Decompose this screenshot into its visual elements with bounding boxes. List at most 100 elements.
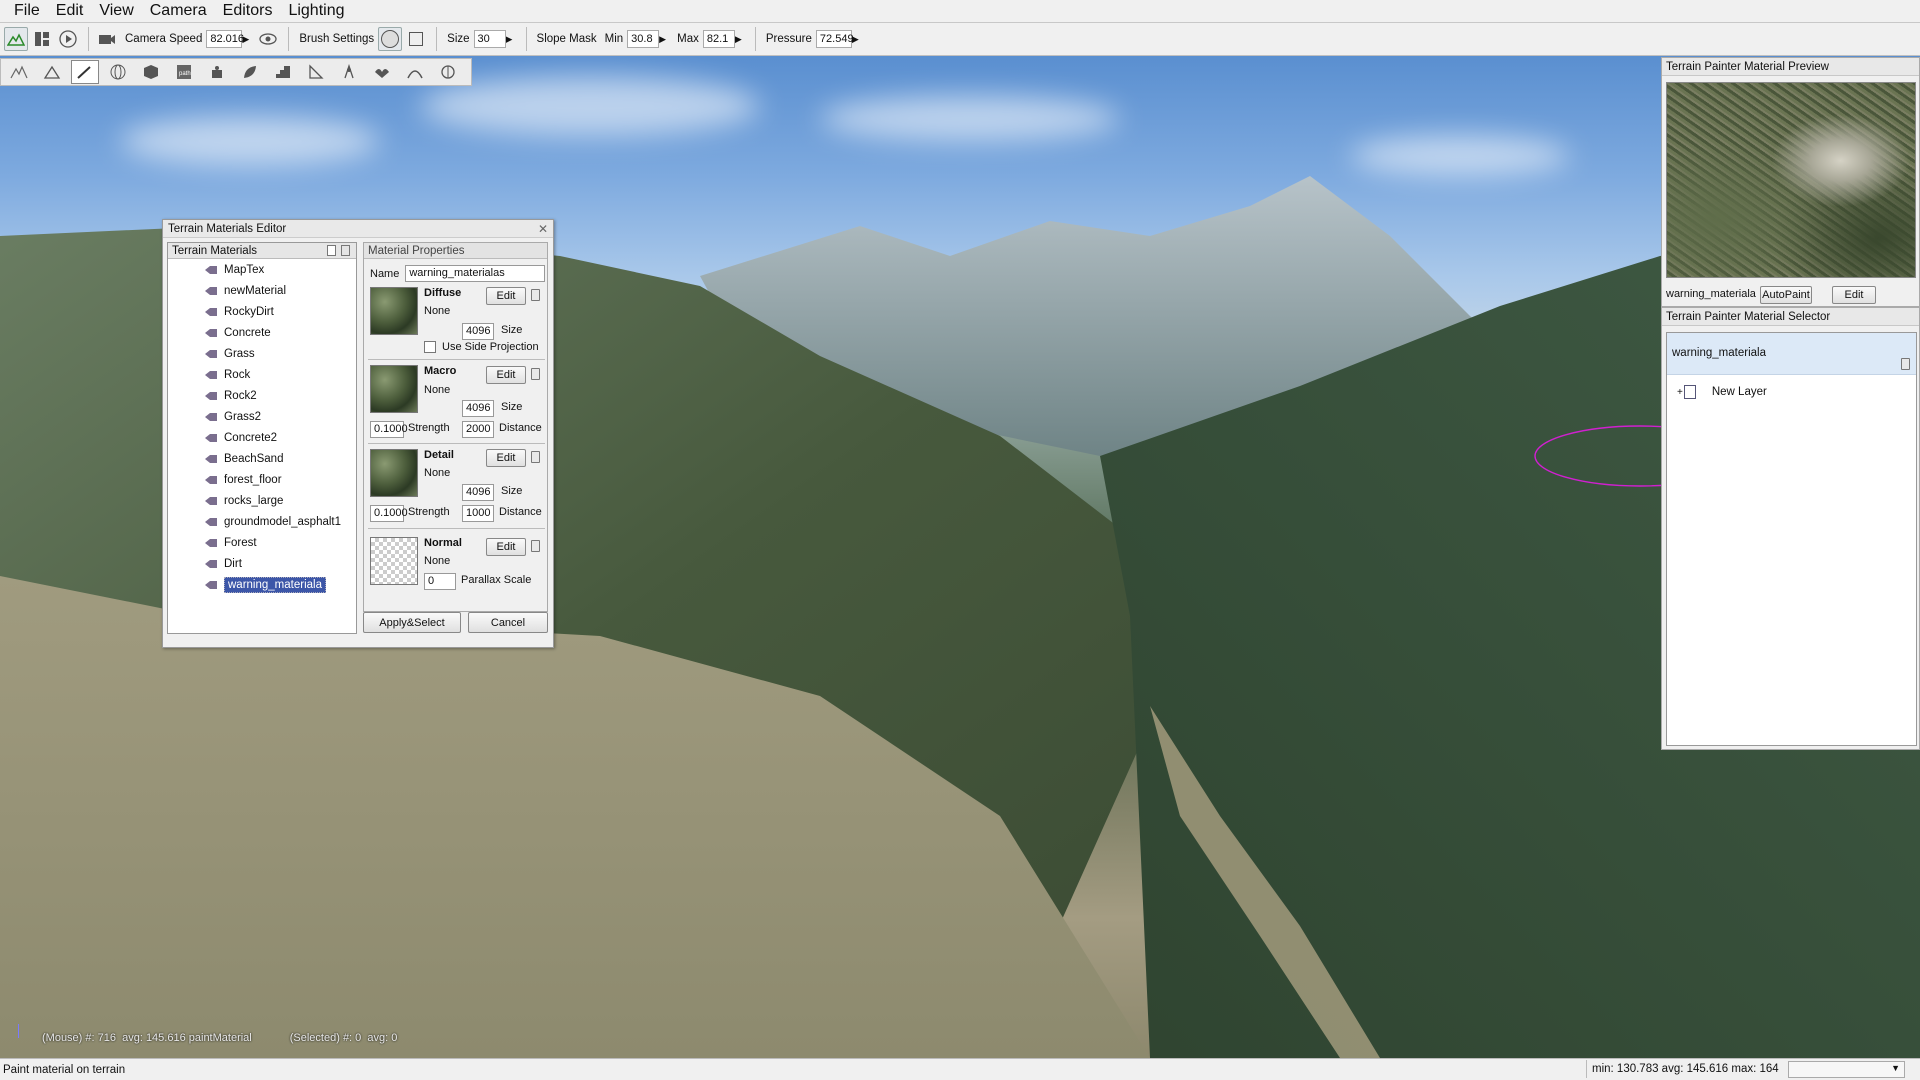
list-item[interactable]: Rock2 (168, 385, 356, 406)
apply-select-button[interactable]: Apply&Select (363, 612, 461, 633)
material-icon (205, 475, 217, 484)
slope-min-arrow-icon[interactable]: ▶ (659, 34, 673, 45)
macro-size-input[interactable]: 4096 (462, 400, 494, 417)
list-item[interactable]: Grass2 (168, 406, 356, 427)
detail-size-input[interactable]: 4096 (462, 484, 494, 501)
size-field[interactable]: 30 (473, 30, 506, 48)
macro-clear-icon[interactable] (531, 368, 540, 380)
path-icon[interactable]: path (170, 60, 198, 84)
name-label: Name (370, 267, 400, 280)
autopaint-button[interactable]: AutoPaint (1760, 286, 1812, 304)
list-item[interactable]: Rock (168, 364, 356, 385)
cursor-marker (18, 1024, 19, 1038)
status-dropdown[interactable]: ▼ (1788, 1061, 1905, 1078)
smooth-icon[interactable] (401, 60, 429, 84)
terrain-tri-icon[interactable] (38, 60, 66, 84)
selected-layer-item[interactable]: warning_materiala (1667, 333, 1916, 375)
material-label: Rock2 (224, 389, 257, 402)
list-item[interactable]: Dirt (168, 553, 356, 574)
bird-icon[interactable] (368, 60, 396, 84)
play-icon[interactable] (56, 27, 80, 51)
detail-distance-input[interactable]: 1000 (462, 505, 494, 522)
list-item[interactable]: forest_floor (168, 469, 356, 490)
slope-max-field[interactable]: 82.1 (702, 30, 735, 48)
paint-brush-icon[interactable] (71, 60, 99, 84)
macro-size-label: Size (501, 401, 523, 413)
menu-editors[interactable]: Editors (215, 0, 281, 22)
camera-icon[interactable] (95, 27, 119, 51)
terrain-up-icon[interactable] (5, 60, 33, 84)
delete-material-icon[interactable] (341, 245, 350, 256)
layout-icon[interactable] (30, 27, 54, 51)
diffuse-edit-button[interactable]: Edit (486, 287, 526, 305)
macro-distance-input[interactable]: 2000 (462, 421, 494, 438)
leaf-icon[interactable] (236, 60, 264, 84)
materials-list-title: Terrain Materials (172, 245, 257, 257)
slope-max-arrow-icon[interactable]: ▶ (735, 34, 749, 45)
pressure-arrow-icon[interactable]: ▶ (852, 34, 866, 45)
list-item[interactable]: Concrete2 (168, 427, 356, 448)
detail-clear-icon[interactable] (531, 451, 540, 463)
menu-view[interactable]: View (91, 0, 141, 22)
detail-edit-button[interactable]: Edit (486, 449, 526, 467)
detail-texture-thumbnail[interactable] (370, 449, 418, 497)
parallax-scale-input[interactable]: 0 (424, 573, 456, 590)
slope-min-field[interactable]: 30.8 (627, 30, 660, 48)
list-item[interactable]: rocks_large (168, 490, 356, 511)
menu-bar: File Edit View Camera Editors Lighting (0, 0, 1920, 23)
side-projection-checkbox[interactable] (424, 341, 436, 353)
material-name-input[interactable]: warning_materialas (405, 265, 546, 282)
material-icon (205, 391, 217, 400)
list-item[interactable]: Grass (168, 343, 356, 364)
menu-edit[interactable]: Edit (48, 0, 92, 22)
pressure-field[interactable]: 72.549 (815, 30, 854, 48)
circle-brush-icon[interactable] (378, 27, 403, 51)
menu-camera[interactable]: Camera (142, 0, 215, 22)
preview-edit-button[interactable]: Edit (1832, 286, 1876, 304)
pin-icon[interactable] (335, 60, 363, 84)
plus-icon: + (1677, 386, 1683, 398)
delete-layer-icon[interactable] (1901, 358, 1910, 370)
lamp-icon[interactable] (434, 60, 462, 84)
macro-strength-input[interactable]: 0.1000 (370, 421, 408, 438)
selected-info: (Selected) #: 0 avg: 0 (289, 1032, 398, 1044)
diffuse-clear-icon[interactable] (531, 289, 540, 301)
list-item[interactable]: newMaterial (168, 280, 356, 301)
slope-min-label: Min (604, 33, 624, 45)
stairs-icon[interactable] (269, 60, 297, 84)
new-material-icon[interactable] (327, 245, 336, 256)
list-item[interactable]: Concrete (168, 322, 356, 343)
terrain-editor-icon[interactable] (4, 27, 28, 51)
globe-icon[interactable] (104, 60, 132, 84)
list-item[interactable]: RockyDirt (168, 301, 356, 322)
material-label: RockyDirt (224, 305, 274, 318)
flag-icon[interactable] (302, 60, 330, 84)
camera-speed-field[interactable]: 82.016 (206, 30, 244, 48)
detail-strength-input[interactable]: 0.1000 (370, 505, 408, 522)
menu-lighting[interactable]: Lighting (280, 0, 352, 22)
new-layer-item[interactable]: + New Layer (1677, 385, 1767, 399)
macro-texture-thumbnail[interactable] (370, 365, 418, 413)
diffuse-size-input[interactable]: 4096 (462, 323, 494, 340)
viewport-info: (Mouse) #: 716 avg: 145.616 paintMateria… (42, 1032, 397, 1044)
material-label: Concrete2 (224, 431, 278, 444)
camera-speed-arrow-icon[interactable]: ▶ (242, 34, 256, 45)
close-icon[interactable]: ✕ (538, 220, 548, 238)
macro-edit-button[interactable]: Edit (486, 366, 526, 384)
normal-edit-button[interactable]: Edit (486, 538, 526, 556)
list-item-selected[interactable]: warning_materiala (168, 574, 356, 595)
eye-icon[interactable] (256, 27, 280, 51)
list-item[interactable]: BeachSand (168, 448, 356, 469)
normal-texture-thumbnail[interactable] (370, 537, 418, 585)
normal-clear-icon[interactable] (531, 540, 540, 552)
cancel-button[interactable]: Cancel (468, 612, 548, 633)
list-item[interactable]: MapTex (168, 259, 356, 280)
cube-icon[interactable] (137, 60, 165, 84)
size-arrow-icon[interactable]: ▶ (506, 34, 520, 45)
bucket-icon[interactable] (203, 60, 231, 84)
list-item[interactable]: groundmodel_asphalt1 (168, 511, 356, 532)
list-item[interactable]: Forest (168, 532, 356, 553)
square-brush-icon[interactable] (404, 27, 428, 51)
menu-file[interactable]: File (6, 0, 48, 22)
diffuse-texture-thumbnail[interactable] (370, 287, 418, 335)
